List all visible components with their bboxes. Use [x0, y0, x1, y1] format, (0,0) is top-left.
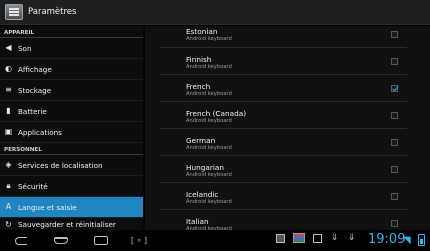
sidebar-item-label: Services de localisation	[18, 160, 103, 170]
language-name: Estonian	[186, 27, 218, 36]
sidebar-item-label: Applications	[18, 127, 62, 137]
action-bar: Paramètres	[0, 0, 430, 25]
language-name: Finnish	[186, 55, 212, 64]
apps-icon: ▣	[4, 127, 13, 136]
checkbox[interactable]	[391, 139, 398, 146]
language-name: Hungarian	[186, 163, 224, 172]
system-bar: [ ∘ ] ⇓ ⇓ 19:09 ◥	[0, 230, 430, 251]
sidebar-item-label: Stockage	[18, 85, 52, 95]
settings-sidebar: APPAREIL ◀ Son ◐ Affichage ≡ Stockage ▮ …	[0, 26, 143, 230]
sidebar-item-label: Sauvegarder et réinitialiser	[18, 220, 116, 229]
sidebar-item-language-input[interactable]: A Langue et saisie	[0, 197, 143, 218]
language-name: Icelandic	[186, 190, 219, 199]
download-icon: ⇓	[330, 232, 339, 243]
list-item-german[interactable]: German Android keyboard	[160, 129, 407, 156]
battery-icon: ▮	[6, 106, 11, 115]
gallery-notification-icon	[276, 233, 285, 243]
sidebar-item-storage[interactable]: ≡ Stockage	[0, 80, 143, 101]
download-complete-icon: ⇓	[347, 232, 356, 243]
list-item-french[interactable]: French Android keyboard	[160, 75, 407, 102]
sidebar-item-location[interactable]: ◈ Services de localisation	[0, 155, 143, 176]
clock[interactable]: 19:09	[368, 232, 405, 247]
speaker-icon: ◀	[5, 43, 12, 52]
language-subtitle: Android keyboard	[186, 172, 232, 178]
language-subtitle: Android keyboard	[186, 145, 232, 151]
screenshot-button[interactable]: [ ∘ ]	[130, 235, 148, 247]
settings-icon[interactable]	[5, 4, 23, 20]
list-item-finnish[interactable]: Finnish Android keyboard	[160, 48, 407, 75]
sidebar-item-label: Sécurité	[18, 181, 48, 191]
app-title: Paramètres	[28, 7, 77, 17]
language-subtitle: Android keyboard	[186, 199, 232, 205]
sidebar-item-backup-reset[interactable]: ↻ Sauvegarder et réinitialiser	[0, 218, 143, 230]
language-name: French	[186, 82, 211, 91]
list-item-italian[interactable]: Italian Android keyboard	[160, 210, 407, 230]
backup-icon: ↻	[5, 219, 12, 229]
back-button[interactable]	[12, 235, 30, 247]
section-header-personal: PERSONNEL	[0, 143, 143, 155]
recent-apps-icon	[94, 236, 108, 245]
language-name: French (Canada)	[186, 109, 247, 118]
checkbox[interactable]	[391, 58, 398, 65]
sidebar-item-label: Affichage	[18, 64, 52, 74]
sidebar-item-label: Batterie	[18, 106, 47, 116]
list-item-estonian[interactable]: Estonian Android keyboard	[160, 26, 407, 48]
checkbox[interactable]	[391, 112, 398, 119]
wifi-icon: ◥	[403, 235, 411, 246]
language-subtitle: Android keyboard	[186, 91, 232, 97]
sidebar-item-display[interactable]: ◐ Affichage	[0, 59, 143, 80]
storage-icon: ≡	[5, 85, 12, 94]
home-button[interactable]	[52, 235, 70, 247]
checkbox[interactable]	[391, 166, 398, 173]
checkbox[interactable]	[391, 193, 398, 200]
home-icon	[54, 237, 68, 244]
sd-card-icon	[313, 233, 322, 243]
section-header-device: APPAREIL	[0, 26, 143, 38]
notification-area[interactable]: ⇓ ⇓	[276, 233, 364, 243]
keyboard-language-list: Estonian Android keyboard Finnish Androi…	[145, 26, 430, 230]
checkbox[interactable]	[391, 31, 398, 38]
language-subtitle: Android keyboard	[186, 118, 232, 124]
recent-apps-button[interactable]	[92, 235, 110, 247]
language-subtitle: Android keyboard	[186, 64, 232, 70]
language-subtitle: Android keyboard	[186, 36, 232, 42]
sidebar-item-sound[interactable]: ◀ Son	[0, 38, 143, 59]
lock-icon: 🔒︎	[6, 181, 11, 190]
battery-status-icon	[418, 234, 425, 246]
screenshot-icon: [ ∘ ]	[130, 236, 148, 245]
brightness-icon: ◐	[5, 64, 12, 73]
checkbox[interactable]	[391, 220, 398, 227]
sidebar-item-label: Son	[18, 43, 32, 53]
location-icon: ◈	[5, 160, 12, 169]
list-item-hungarian[interactable]: Hungarian Android keyboard	[160, 156, 407, 183]
language-icon: A	[5, 202, 12, 211]
checkbox-checked[interactable]	[391, 85, 398, 92]
sidebar-item-apps[interactable]: ▣ Applications	[0, 122, 143, 143]
sidebar-item-battery[interactable]: ▮ Batterie	[0, 101, 143, 122]
language-name: German	[186, 136, 216, 145]
list-item-icelandic[interactable]: Icelandic Android keyboard	[160, 183, 407, 210]
list-item-french-canada[interactable]: French (Canada) Android keyboard	[160, 102, 407, 129]
sidebar-item-label: Langue et saisie	[18, 202, 77, 212]
sidebar-item-security[interactable]: 🔒︎ Sécurité	[0, 176, 143, 197]
image-thumbnail-icon	[293, 233, 305, 243]
back-icon	[15, 236, 27, 245]
language-name: Italian	[186, 217, 209, 226]
